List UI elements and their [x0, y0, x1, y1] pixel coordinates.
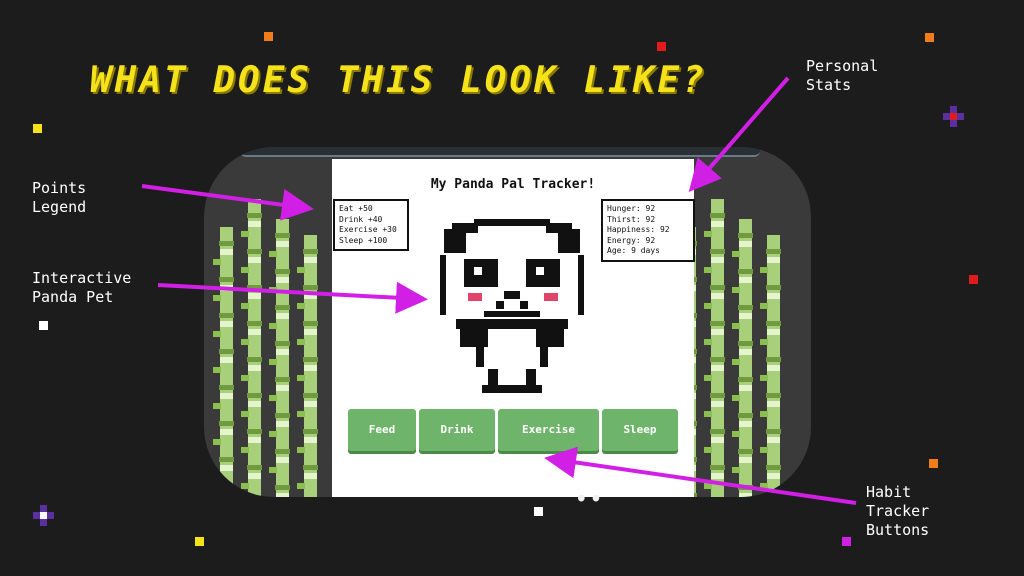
arrow-to-stats: [688, 76, 790, 193]
arrow-to-legend: [141, 184, 314, 221]
page-indicator-dots: ●●: [578, 491, 608, 504]
annotation-arrows: [141, 76, 857, 505]
arrow-to-pet: [157, 281, 428, 314]
